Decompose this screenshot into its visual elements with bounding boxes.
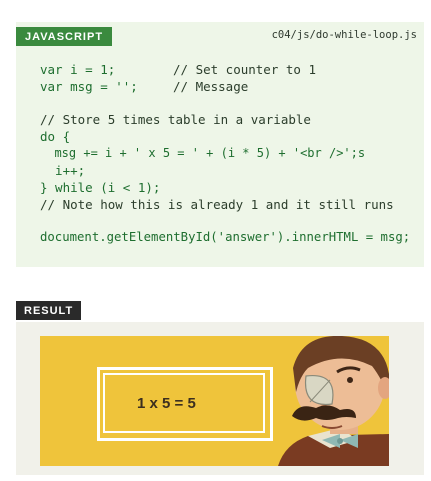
- result-label: RESULT: [16, 301, 82, 320]
- javascript-label: JAVASCRIPT: [16, 27, 113, 46]
- code-line-5: i++;: [40, 163, 86, 178]
- code-comment-3: // Store 5 times table in a variable: [40, 112, 311, 127]
- code-line-7: document.getElementById('answer').innerH…: [40, 230, 411, 244]
- mustached-man-illustration: [278, 336, 389, 466]
- code-line-2: var msg = '';: [40, 79, 138, 94]
- file-path: c04/js/do-while-loop.js: [271, 29, 417, 41]
- code-line-3: do {: [40, 129, 71, 144]
- code-comment-4: // Note how this is already 1 and it sti…: [40, 197, 394, 212]
- code-comment-1: // Set counter to 1: [173, 62, 316, 77]
- result-panel: 1 x 5 = 5: [40, 336, 389, 466]
- code-line-4: msg += i + ' x 5 = ' + (i * 5) + '<br />…: [40, 146, 366, 160]
- code-line-1: var i = 1;: [40, 62, 116, 77]
- code-comment-2: // Message: [173, 79, 249, 94]
- code-line-6: } while (i < 1);: [40, 180, 161, 195]
